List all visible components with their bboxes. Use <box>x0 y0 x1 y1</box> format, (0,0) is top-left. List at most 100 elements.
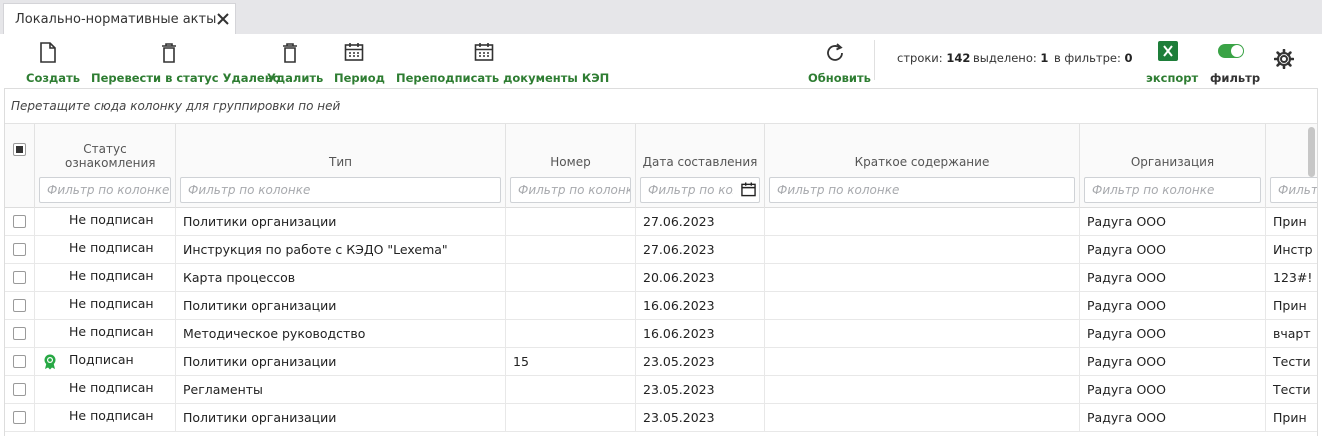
calendar-icon[interactable] <box>741 182 756 197</box>
cell-status-text: Не подписан <box>69 324 154 339</box>
cell-type: Инструкция по работе с КЭДО "Lexema" <box>176 236 506 264</box>
cell-extra: Прин <box>1266 208 1317 236</box>
organization-filter-input[interactable] <box>1084 177 1261 203</box>
toggle-switch[interactable] <box>1218 44 1244 58</box>
cell-date-text: 27.06.2023 <box>643 214 715 229</box>
cell-date-text: 20.06.2023 <box>643 270 715 285</box>
gear-icon[interactable] <box>1274 49 1294 69</box>
cell-status: Не подписан <box>35 376 176 404</box>
status-filter-input[interactable] <box>39 177 171 203</box>
cell-summary <box>765 264 1080 292</box>
cell-status-text: Не подписан <box>69 212 154 227</box>
column-type[interactable]: Тип <box>176 124 506 208</box>
vertical-scrollbar[interactable] <box>1308 127 1315 177</box>
cell-summary-text <box>765 354 772 369</box>
cell-number: 15 <box>506 348 636 376</box>
excel-icon <box>1158 41 1178 61</box>
cell-org: Радуга ООО <box>1080 236 1266 264</box>
resign-kep-button[interactable]: Переподписать документы КЭП <box>396 40 609 85</box>
cell-date: 20.06.2023 <box>636 264 765 292</box>
trash-icon <box>162 43 176 63</box>
row-checkbox[interactable] <box>13 299 26 312</box>
cell-status-text: Не подписан <box>69 408 154 423</box>
row-checkbox[interactable] <box>13 215 26 228</box>
column-number[interactable]: Номер <box>506 124 636 208</box>
table-row[interactable]: Не подписан Карта процессов 20.06.2023 Раду… <box>5 264 1317 292</box>
cell-number <box>506 320 636 348</box>
rows-count: строки: 142 <box>897 51 971 65</box>
cell-date-text: 16.06.2023 <box>643 326 715 341</box>
cell-number-text <box>506 242 513 257</box>
close-icon[interactable] <box>215 11 231 27</box>
column-organization[interactable]: Организация <box>1080 124 1266 208</box>
cell-extra: Тести <box>1266 376 1317 404</box>
type-filter-input[interactable] <box>180 177 501 203</box>
cell-status-text: Не подписан <box>69 380 154 395</box>
cell-summary <box>765 292 1080 320</box>
cell-extra-text: Тести <box>1273 354 1311 369</box>
cell-summary <box>765 404 1080 432</box>
cell-extra-text: Прин <box>1273 214 1307 229</box>
summary-filter-input[interactable] <box>769 177 1075 203</box>
refresh-button[interactable]: Обновить <box>808 40 871 85</box>
cell-summary-text <box>765 270 772 285</box>
create-button[interactable]: Создать <box>26 40 80 85</box>
table-row[interactable]: Не подписан Регламенты 23.05.2023 Радуга ОО… <box>5 376 1317 404</box>
cell-summary <box>765 348 1080 376</box>
row-select-cell <box>5 292 35 320</box>
status-deleted-button[interactable]: Перевести в статус Удалено <box>91 40 281 85</box>
cell-org-text: Радуга ООО <box>1087 326 1166 341</box>
cell-number <box>506 264 636 292</box>
cell-status: Не подписан <box>35 208 176 236</box>
cell-type: Регламенты <box>176 376 506 404</box>
row-checkbox[interactable] <box>13 327 26 340</box>
column-date[interactable]: Дата составления <box>636 124 765 208</box>
group-panel[interactable]: Перетащите сюда колонку для группировки … <box>5 89 1317 124</box>
row-checkbox[interactable] <box>13 271 26 284</box>
cell-number-text: 15 <box>513 354 529 369</box>
cell-org: Радуга ООО <box>1080 208 1266 236</box>
row-select-cell <box>5 404 35 432</box>
table-row[interactable]: Не подписан Методическое руководство 16.06… <box>5 320 1317 348</box>
table-row[interactable]: Не подписан Политики организации 23.05.202… <box>5 404 1317 432</box>
cell-org: Радуга ООО <box>1080 292 1266 320</box>
cell-date: 27.06.2023 <box>636 236 765 264</box>
filter-toggle[interactable]: фильтр <box>1210 40 1260 85</box>
cell-number <box>506 208 636 236</box>
cell-extra: вчарт <box>1266 320 1317 348</box>
row-select-cell <box>5 236 35 264</box>
cell-date-text: 23.05.2023 <box>643 354 715 369</box>
table-row[interactable]: Не подписан Инструкция по работе с КЭДО "… <box>5 236 1317 264</box>
select-all-checkbox[interactable] <box>13 143 26 156</box>
table-row[interactable]: Не подписан Политики организации 16.06.202… <box>5 292 1317 320</box>
column-status[interactable]: Статус ознакомления <box>35 124 176 208</box>
cell-summary-text <box>765 382 772 397</box>
row-checkbox[interactable] <box>13 243 26 256</box>
cell-status: Не подписан <box>35 236 176 264</box>
cell-date-text: 23.05.2023 <box>643 410 715 425</box>
delete-button[interactable]: Удалить <box>267 40 323 85</box>
row-checkbox[interactable] <box>13 383 26 396</box>
grid-header: Статус ознакомления Тип Номер Дата соста… <box>5 124 1317 208</box>
export-button[interactable]: экспорт <box>1146 40 1198 85</box>
table-row[interactable]: Подписан Политики организации 15 23.05.2023… <box>5 348 1317 376</box>
cell-org-text: Радуга ООО <box>1087 214 1166 229</box>
cell-date: 16.06.2023 <box>636 292 765 320</box>
row-checkbox[interactable] <box>13 355 26 368</box>
cell-status-text: Не подписан <box>69 268 154 283</box>
cell-number-text <box>506 326 513 341</box>
column-summary[interactable]: Краткое содержание <box>765 124 1080 208</box>
cell-number-text <box>506 214 513 229</box>
extra-filter-input[interactable] <box>1270 177 1317 203</box>
cell-type-text: Карта процессов <box>183 270 296 285</box>
cell-summary-text <box>765 242 772 257</box>
row-checkbox[interactable] <box>13 411 26 424</box>
cell-number-text <box>506 410 513 425</box>
table-row[interactable]: Не подписан Политики организации 27.06.202… <box>5 208 1317 236</box>
period-button[interactable]: Период <box>334 40 385 85</box>
cell-org: Радуга ООО <box>1080 348 1266 376</box>
cell-date: 23.05.2023 <box>636 404 765 432</box>
tab-local-acts[interactable]: Локально-нормативные акты <box>3 3 236 34</box>
number-filter-input[interactable] <box>510 177 631 203</box>
cell-summary <box>765 320 1080 348</box>
